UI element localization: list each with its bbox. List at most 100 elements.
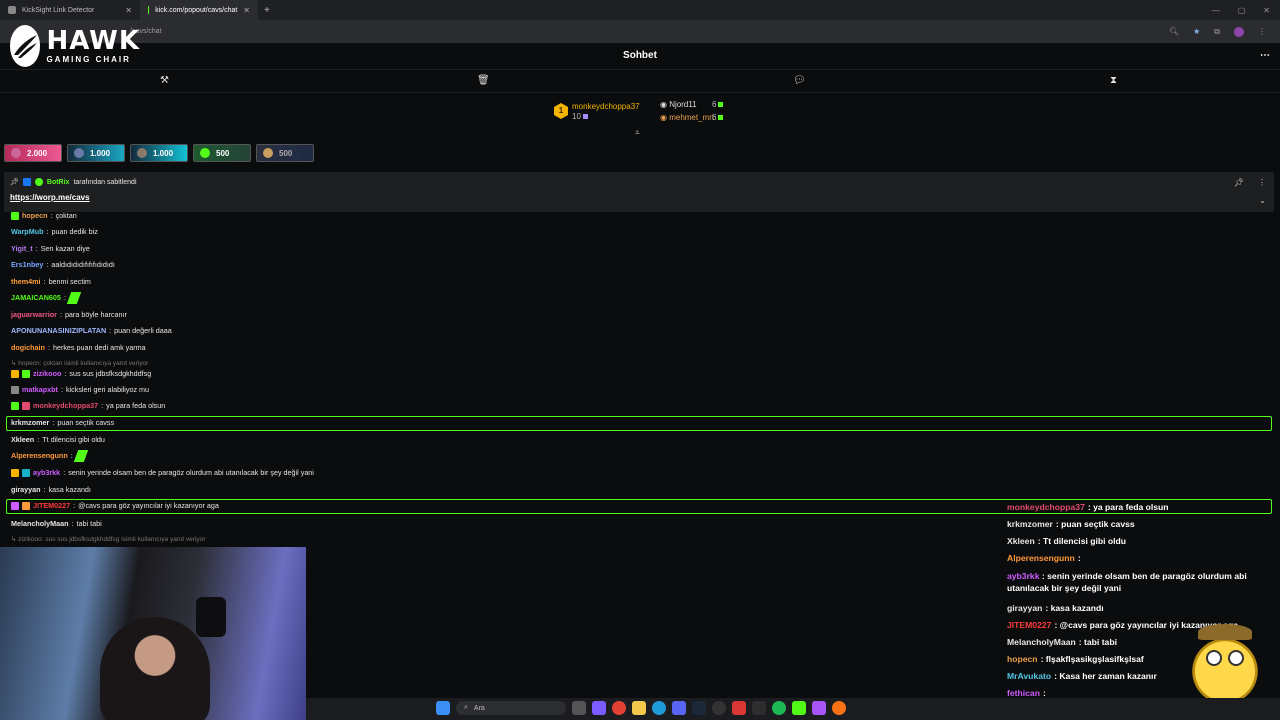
chat-message[interactable]: jaguarwarrior: para böyle harcanır	[11, 308, 127, 322]
tab-label: kick.com/popout/cavs/chat	[155, 6, 238, 14]
unpin-icon[interactable]: 📌︎	[1234, 178, 1244, 187]
chat-username[interactable]: Ers1nbey	[11, 258, 43, 272]
chat-message[interactable]: zizikooo: sus sus jdbsfksdgkhddfsg	[11, 367, 151, 381]
chat-username[interactable]: them4mi	[11, 275, 41, 289]
windows-start-icon[interactable]	[436, 701, 450, 715]
chat-username[interactable]: dogichain	[11, 341, 45, 355]
chat-message[interactable]: girayyan: kasa kazandı	[11, 483, 91, 497]
chat-message[interactable]: Yigit_t: Sen kazan diye	[11, 242, 90, 256]
chat-message[interactable]: them4mi: benmi sectim	[11, 275, 91, 289]
hammer-icon[interactable]: ⚒	[160, 75, 169, 86]
chat-username[interactable]: krkmzomer	[11, 416, 49, 430]
user-badge-icon	[11, 469, 19, 477]
chat-message[interactable]: dogichain: herkes puan dedi amk yarma	[11, 341, 146, 355]
chat-message[interactable]: Alperensengunn:	[11, 449, 88, 463]
chat-username[interactable]: APONUNANASINIZIPLATAN	[11, 324, 106, 338]
pinned-menu-icon[interactable]: ⋮	[1258, 178, 1266, 187]
chat-message[interactable]: JAMAICAN605:	[11, 291, 82, 305]
chat-username[interactable]: JITEM0227	[33, 499, 70, 513]
chat-message[interactable]: WarpMub: puan dedik biz	[11, 225, 98, 239]
bot-badge-icon	[22, 178, 31, 186]
chat-message[interactable]: krkmzomer: puan seçtik cavss	[11, 416, 114, 430]
steam-icon[interactable]	[692, 701, 706, 715]
file-explorer-icon[interactable]	[632, 701, 646, 715]
chat-username[interactable]: JAMAICAN605	[11, 291, 61, 305]
chat-message[interactable]: monkeydchoppa37: ya para feda olsun	[11, 399, 165, 413]
browser-tab-kicksight[interactable]: KickSight Link Detector ✕	[0, 0, 140, 20]
discord-icon[interactable]	[672, 701, 686, 715]
chat-message[interactable]: ayb3rkk: senin yerinde olsam ben de parag…	[11, 466, 314, 480]
chat-message[interactable]: APONUNANASINIZIPLATAN: puan değerli daaa	[11, 324, 172, 338]
app-orange-icon[interactable]	[832, 701, 846, 715]
task-view-icon[interactable]	[572, 701, 586, 715]
chat-username[interactable]: jaguarwarrior	[11, 308, 57, 322]
tab-label: KickSight Link Detector	[22, 6, 95, 14]
pinned-by-user[interactable]: BotRix	[47, 179, 70, 186]
chat-username[interactable]: WarpMub	[11, 225, 43, 239]
chat-text: herkes puan dedi amk yarma	[52, 343, 146, 352]
pinned-link[interactable]: https://worp.me/cavs	[10, 193, 90, 202]
overlay-username: MrAvukato	[1007, 671, 1052, 681]
edge-icon[interactable]	[652, 701, 666, 715]
extensions-icon[interactable]: ⧉	[1214, 27, 1220, 37]
collapse-chevron-icon[interactable]: ⌄	[1259, 196, 1266, 205]
reply-text: ↳ zizikooo: sus sus jdbsfksdgkhddfsg isi…	[11, 536, 206, 543]
chat-message[interactable]: JITEM0227: @cavs para göz yayıncılar iyi …	[11, 499, 219, 513]
gift-card[interactable]: 1.000	[130, 144, 188, 162]
windows-taskbar: ⌕ Ara	[306, 698, 1280, 720]
overlay-username: krkmzomer	[1007, 519, 1053, 529]
new-tab-icon[interactable]: +	[264, 5, 270, 16]
app-red-icon[interactable]	[732, 701, 746, 715]
leader-third-name[interactable]: ◉ mehmet_mrt	[660, 113, 714, 122]
chat-username[interactable]: matkapxbt	[22, 383, 58, 397]
bookmark-star-icon[interactable]: ★	[1193, 27, 1200, 36]
hourglass-icon[interactable]: ⧗	[1110, 75, 1117, 86]
pinned-message: 📌︎ BotRix tarafından sabitlendi https://…	[4, 172, 1274, 212]
terminal-icon[interactable]	[752, 701, 766, 715]
chat-username[interactable]: monkeydchoppa37	[33, 399, 98, 413]
chat-username[interactable]: girayyan	[11, 483, 41, 497]
leader-first-name[interactable]: monkeydchoppa37	[572, 102, 640, 111]
separator: :	[52, 418, 55, 427]
maximize-icon[interactable]: ▢	[1238, 6, 1246, 15]
leader-second-name[interactable]: ◉ Njord11	[660, 100, 697, 109]
close-tab-icon[interactable]: ✕	[243, 6, 250, 15]
zoom-icon[interactable]: 🔍︎	[1169, 27, 1179, 36]
chat-message[interactable]: Ers1nbey: aaldıdıdıdıfıfıfıdıdıdı	[11, 258, 115, 272]
obs-icon[interactable]	[712, 701, 726, 715]
expand-chevron-icon[interactable]: ⩡	[635, 128, 640, 138]
close-window-icon[interactable]: ✕	[1263, 6, 1270, 15]
chat-username[interactable]: Alperensengunn	[11, 449, 68, 463]
profile-avatar[interactable]	[1234, 26, 1244, 37]
taskbar-search[interactable]: ⌕ Ara	[456, 701, 566, 715]
speech-bubble-icon[interactable]: 💬︎	[793, 75, 806, 86]
app-purple-icon[interactable]	[812, 701, 826, 715]
streamer-webcam	[0, 547, 306, 720]
minimize-icon[interactable]: —	[1212, 6, 1220, 15]
browser-tab-kick-chat[interactable]: kick.com/popout/cavs/chat ✕	[140, 0, 258, 20]
close-tab-icon[interactable]: ✕	[125, 6, 132, 15]
app-green-icon[interactable]	[792, 701, 806, 715]
gift-card[interactable]: 1.000	[67, 144, 125, 162]
address-bar[interactable]: /cavs/chat 🔍︎ ★ ⧉ ⋮	[0, 20, 1280, 43]
copilot-icon[interactable]	[592, 701, 606, 715]
trash-icon[interactable]: 🗑︎	[477, 75, 490, 86]
chat-username[interactable]: Yigit_t	[11, 242, 33, 256]
chrome-icon[interactable]	[612, 701, 626, 715]
spotify-icon[interactable]	[772, 701, 786, 715]
chat-username[interactable]: Xkleen	[11, 433, 34, 447]
chat-message[interactable]: Xkleen: Tt dilencisi gibi oldu	[11, 433, 105, 447]
chat-username[interactable]: hopecn	[22, 209, 48, 223]
chat-username[interactable]: ayb3rkk	[33, 466, 60, 480]
chat-text: Sen kazan diye	[40, 244, 90, 253]
chat-message[interactable]: hopecn: çoktan	[11, 209, 77, 223]
gift-card[interactable]: 500	[193, 144, 251, 162]
gift-card[interactable]: 2.000	[4, 144, 62, 162]
chat-username[interactable]: MelancholyMaan	[11, 517, 69, 531]
chat-menu-icon[interactable]: ⋯	[1260, 43, 1270, 69]
browser-menu-icon[interactable]: ⋮	[1258, 27, 1266, 36]
gift-card[interactable]: 500	[256, 144, 314, 162]
chat-username[interactable]: zizikooo	[33, 367, 61, 381]
chat-message[interactable]: matkapxbt: kicksleri geri alabiliyoz mu	[11, 383, 149, 397]
chat-message[interactable]: MelancholyMaan: tabi tabi	[11, 517, 102, 531]
